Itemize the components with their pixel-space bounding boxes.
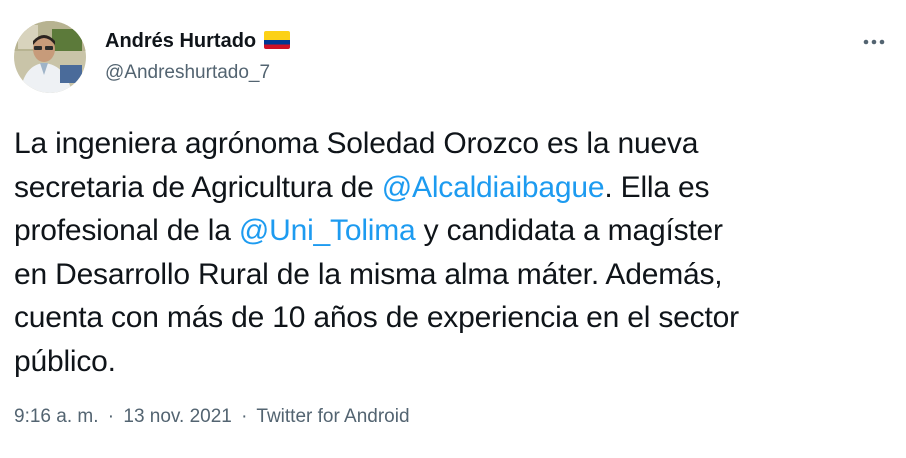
meta-separator: · <box>241 406 248 427</box>
user-handle[interactable]: @Andreshurtado_7 <box>105 61 270 85</box>
mention-link-uni-tolima[interactable]: @Uni_Tolima <box>239 214 416 247</box>
tweet-text-segment: y candidata a magíster <box>415 214 723 247</box>
avatar-image <box>14 21 86 93</box>
colombia-flag-icon <box>264 31 291 49</box>
display-name[interactable]: Andrés Hurtado <box>105 29 291 53</box>
more-options-icon[interactable] <box>856 30 892 54</box>
tweet-time[interactable]: 9:16 a. m. <box>14 406 99 427</box>
tweet-text-segment: en Desarrollo Rural de la misma alma mát… <box>14 257 723 291</box>
tweet-line: cuenta con más de 10 años de experiencia… <box>14 296 894 340</box>
tweet-line: La ingeniera agrónoma Soledad Orozco es … <box>14 122 894 166</box>
display-name-text[interactable]: Andrés Hurtado <box>105 29 256 53</box>
tweet-text-segment: cuenta con más de 10 años de experiencia… <box>14 301 739 334</box>
tweet-card: Andrés Hurtado @Andreshurtado_7 La ingen… <box>0 0 906 458</box>
tweet-text-segment: público. <box>14 344 116 378</box>
tweet-text: La ingeniera agrónoma Soledad Orozco es … <box>14 122 894 383</box>
tweet-line: en Desarrollo Rural de la misma alma mát… <box>14 253 894 297</box>
tweet-line: público. <box>14 340 894 384</box>
tweet-text-segment: profesional de la <box>14 214 239 247</box>
tweet-line: profesional de la @Uni_Tolima y candidat… <box>14 209 894 253</box>
tweet-source[interactable]: Twitter for Android <box>256 406 409 427</box>
avatar[interactable] <box>14 21 86 93</box>
tweet-text-segment: . Ella es <box>604 170 710 204</box>
tweet-text-segment: La ingeniera agrónoma Soledad Orozco es … <box>14 127 699 160</box>
tweet-line: secretaria de Agricultura de @Alcaldiaib… <box>14 166 894 210</box>
mention-link-alcaldiaibague[interactable]: @Alcaldiaibague <box>382 171 605 204</box>
tweet-metadata: 9:16 a. m. · 13 nov. 2021 · Twitter for … <box>14 405 410 429</box>
meta-separator: · <box>107 406 115 427</box>
tweet-date[interactable]: 13 nov. 2021 <box>123 406 231 427</box>
tweet-text-segment: secretaria de Agricultura de <box>14 170 382 204</box>
